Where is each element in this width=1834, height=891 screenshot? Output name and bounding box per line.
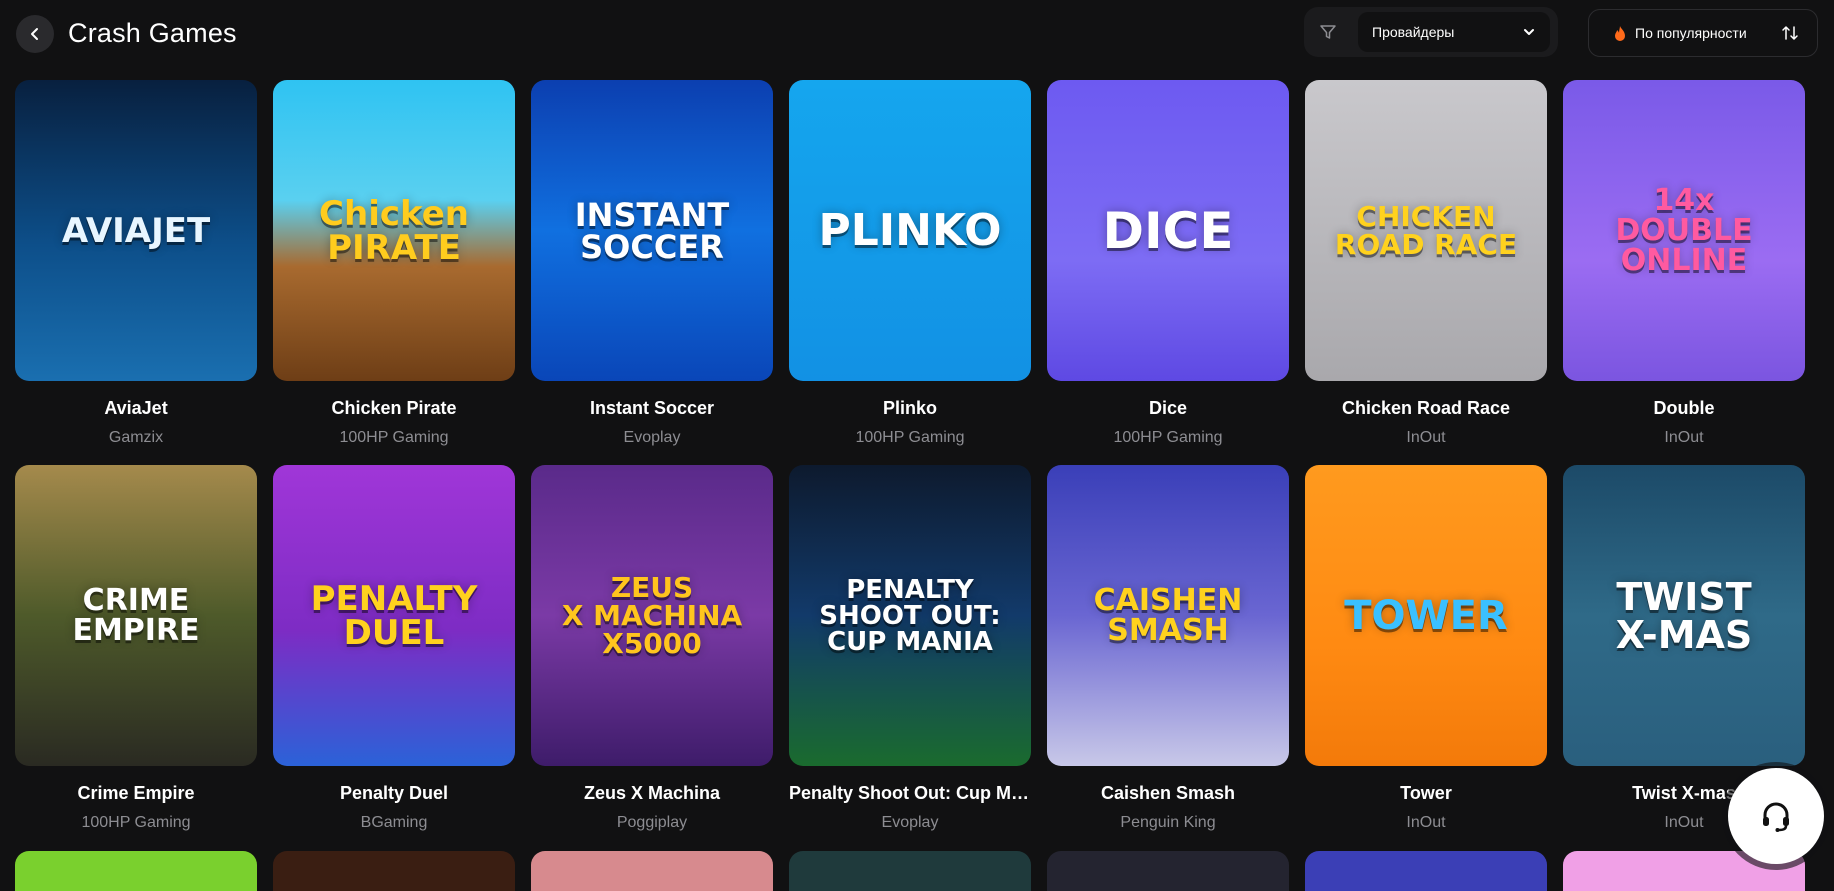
game-title: Tower [1400,783,1452,803]
game-card-partial[interactable] [273,851,515,891]
game-provider: BGaming [360,814,428,831]
game-card[interactable]: CAISHEN SMASH Caishen Smash Penguin King [1047,465,1289,850]
game-card-partial[interactable] [789,851,1031,891]
game-provider: 100HP Gaming [1113,429,1223,446]
game-card[interactable]: PENALTY SHOOT OUT: CUP MANIA Penalty Shoo… [789,465,1031,850]
game-title: Zeus X Machina [583,783,721,803]
game-provider: 100HP Gaming [855,429,965,446]
game-logo-art: PENALTY DUEL [310,578,478,653]
game-thumbnail[interactable]: INSTANT SOCCER [531,80,773,381]
game-logo-art: INSTANT SOCCER [574,195,730,266]
game-provider: 100HP Gaming [81,814,191,831]
sort-label: По популярности [1635,25,1747,41]
game-title: Crime Empire [77,783,195,803]
game-logo-art: AVIAJET [61,210,211,251]
game-title: Double [1653,398,1715,418]
page-title: Crash Games [68,18,237,48]
next-row-partial [15,851,1805,891]
game-card[interactable]: PENALTY DUEL Penalty Duel BGaming [273,465,515,850]
game-card-partial[interactable] [15,851,257,891]
game-provider: Poggiplay [616,814,688,831]
game-card[interactable]: CRIME EMPIRE Crime Empire 100HP Gaming [15,465,257,850]
game-provider: Evoplay [881,814,939,831]
game-thumbnail[interactable]: PENALTY DUEL [273,465,515,766]
game-thumbnail[interactable]: CAISHEN SMASH [1047,465,1289,766]
game-logo-art: ZEUS X MACHINA X5000 [561,570,743,660]
game-title: Plinko [882,398,937,418]
game-logo-art: Chicken PIRATE [319,193,469,268]
game-card[interactable]: ZEUS X MACHINA X5000 Zeus X Machina Poggip… [531,465,773,850]
game-title: Penalty Duel [339,783,449,803]
filter-icon[interactable] [1318,22,1338,47]
game-thumbnail[interactable]: CRIME EMPIRE [15,465,257,766]
game-thumbnail[interactable]: AVIAJET [15,80,257,381]
game-card[interactable]: AVIAJET AviaJet Gamzix [15,80,257,465]
game-provider: 100HP Gaming [339,429,449,446]
game-card[interactable]: CHICKEN ROAD RACE Chicken Road Race InOut [1305,80,1547,465]
providers-dropdown[interactable]: Провайдеры [1358,12,1550,52]
game-card[interactable]: PLINKO Plinko 100HP Gaming [789,80,1031,465]
game-thumbnail[interactable]: PENALTY SHOOT OUT: CUP MANIA [789,465,1031,766]
game-card[interactable]: Chicken PIRATE Chicken Pirate 100HP Gaming [273,80,515,465]
game-logo-art: PLINKO [818,204,1002,256]
games-grid: AVIAJET AviaJet Gamzix Chicken PIRATE Chicke… [15,80,1805,850]
game-logo-art: DICE [1102,201,1234,260]
providers-label: Провайдеры [1372,24,1455,40]
game-thumbnail[interactable]: ZEUS X MACHINA X5000 [531,465,773,766]
game-title: Instant Soccer [589,398,715,418]
chevron-left-icon [31,28,38,40]
game-logo-art: CAISHEN SMASH [1093,582,1243,648]
game-card-partial[interactable] [1305,851,1547,891]
game-logo-art: TWIST X-MAS [1615,574,1753,657]
page-header: Crash Games Провайдеры По популярности [0,0,1834,70]
sort-arrows-icon [1781,24,1799,42]
game-title: AviaJet [104,398,168,418]
game-thumbnail[interactable]: DICE [1047,80,1289,381]
game-card-partial[interactable] [531,851,773,891]
game-provider: Gamzix [108,429,164,446]
back-button[interactable] [16,15,54,53]
game-title: Caishen Smash [1100,783,1236,803]
game-title: Dice [1148,398,1188,418]
headset-icon [1763,802,1789,832]
game-logo-art: CRIME EMPIRE [72,582,200,648]
game-logo-art: 14x DOUBLE ONLINE [1615,182,1753,278]
game-card-partial[interactable] [1047,851,1289,891]
game-thumbnail[interactable]: TWIST X-MAS [1563,465,1805,766]
game-provider: InOut [1406,429,1446,446]
game-logo-art: PENALTY SHOOT OUT: CUP MANIA [819,574,1001,657]
game-title: Chicken Pirate [331,398,457,418]
filter-group: Провайдеры [1304,7,1558,57]
game-title: Chicken Road Race [1341,398,1511,418]
game-thumbnail[interactable]: TOWER [1305,465,1547,766]
fire-icon [1613,25,1627,42]
game-card[interactable]: TOWER Tower InOut [1305,465,1547,850]
game-provider: InOut [1406,814,1446,831]
game-provider: Evoplay [623,429,681,446]
game-card[interactable]: DICE Dice 100HP Gaming [1047,80,1289,465]
game-thumbnail[interactable]: PLINKO [789,80,1031,381]
game-logo-art: TOWER [1344,592,1508,639]
game-card[interactable]: 14x DOUBLE ONLINE Double InOut [1563,80,1805,465]
sort-button[interactable]: По популярности [1588,9,1818,57]
game-thumbnail[interactable]: Chicken PIRATE [273,80,515,381]
game-provider: InOut [1664,429,1704,446]
game-title: Penalty Shoot Out: Cup Mania [789,783,1031,803]
chevron-down-icon [1522,25,1536,39]
game-thumbnail[interactable]: CHICKEN ROAD RACE [1305,80,1547,381]
game-card[interactable]: INSTANT SOCCER Instant Soccer Evoplay [531,80,773,465]
game-thumbnail[interactable]: 14x DOUBLE ONLINE [1563,80,1805,381]
support-chat-button[interactable] [1728,768,1824,864]
game-provider: Penguin King [1120,814,1216,831]
game-logo-art: CHICKEN ROAD RACE [1334,199,1518,261]
